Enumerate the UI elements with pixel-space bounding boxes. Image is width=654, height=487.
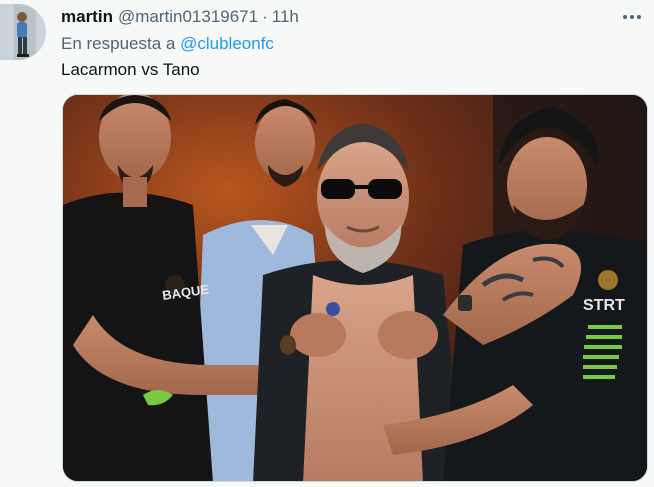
reply-to-handle[interactable]: @clubleonfc: [180, 34, 274, 53]
display-name[interactable]: martin: [61, 7, 113, 27]
more-dot: [637, 15, 641, 19]
tweet-header: martin @martin01319671 · 11h: [61, 6, 614, 28]
reply-context: En respuesta a @clubleonfc: [61, 34, 274, 54]
user-handle[interactable]: @martin01319671: [118, 7, 258, 27]
more-dot: [623, 15, 627, 19]
more-horizontal-icon[interactable]: [618, 8, 646, 26]
more-dot: [630, 15, 634, 19]
tweet[interactable]: martin @martin01319671 · 11h En respuest…: [0, 0, 654, 487]
separator-dot: ·: [262, 7, 268, 26]
photo-illustration: BAQUE STRT: [63, 95, 647, 481]
timestamp[interactable]: 11h: [272, 7, 299, 27]
svg-text:STRT: STRT: [583, 297, 625, 314]
tweet-photo[interactable]: BAQUE STRT: [62, 94, 648, 482]
reply-prefix: En respuesta a: [61, 34, 176, 53]
tweet-text: Lacarmon vs Tano: [61, 60, 200, 79]
avatar[interactable]: [0, 4, 46, 60]
